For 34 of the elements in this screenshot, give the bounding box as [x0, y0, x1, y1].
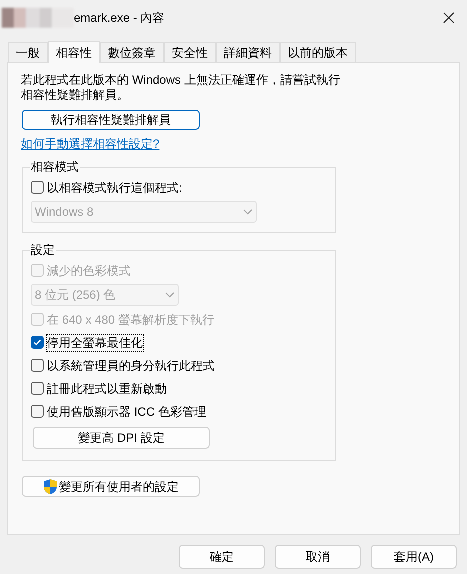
- intro-text: 若此程式在此版本的 Windows 上無法正確運作，請嘗試執行相容性疑難排解員。: [21, 73, 342, 103]
- tab[interactable]: 相容性: [48, 41, 100, 63]
- checkbox-label: 停用全螢幕最佳化: [47, 334, 143, 350]
- help-link[interactable]: 如何手動選擇相容性設定?: [21, 135, 160, 153]
- close-icon[interactable]: [443, 12, 455, 24]
- checkbox[interactable]: [31, 405, 44, 418]
- checkbox-label: 以系統管理員的身分執行此程式: [47, 358, 215, 374]
- dialog-button[interactable]: 確定: [179, 545, 265, 569]
- checkbox-label: 使用舊版顯示器 ICC 色彩管理: [47, 404, 206, 420]
- dialog-button[interactable]: 套用(A): [371, 545, 457, 569]
- checkmark-icon: [33, 338, 42, 347]
- tab[interactable]: 數位簽章: [100, 42, 164, 62]
- tab[interactable]: 詳細資料: [216, 42, 280, 62]
- change-dpi-button[interactable]: 變更高 DPI 設定: [33, 427, 210, 449]
- checkbox[interactable]: [31, 181, 44, 194]
- chevron-down-icon: [165, 292, 175, 298]
- checkbox-label: 在 640 x 480 螢幕解析度下執行: [47, 312, 214, 328]
- group-title: 設定: [30, 242, 56, 259]
- checkbox-label: 減少的色彩模式: [47, 262, 131, 278]
- tab[interactable]: 一般: [8, 42, 48, 62]
- checkbox-label: 註冊此程式以重新啟動: [47, 380, 167, 396]
- window-title: emark.exe - 內容: [74, 10, 165, 27]
- all-users-button[interactable]: 變更所有使用者的設定: [22, 476, 200, 497]
- tab[interactable]: 以前的版本: [280, 42, 356, 62]
- chevron-down-icon: [243, 209, 253, 215]
- checkbox[interactable]: [31, 336, 44, 349]
- checkbox[interactable]: [31, 382, 44, 395]
- checkbox-label: 以相容模式執行這個程式:: [47, 180, 182, 196]
- shield-icon: [43, 478, 58, 494]
- dialog-button[interactable]: 取消: [275, 545, 361, 569]
- troubleshooter-button[interactable]: 執行相容性疑難排解員: [22, 110, 200, 130]
- tab[interactable]: 安全性: [164, 42, 216, 62]
- checkbox[interactable]: [31, 359, 44, 372]
- group-title: 相容模式: [30, 159, 80, 176]
